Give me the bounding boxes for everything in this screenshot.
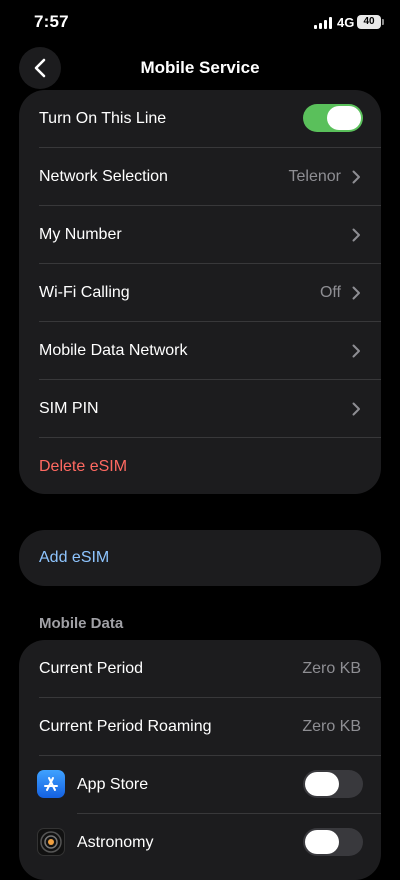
astronomy-icon [37,828,65,856]
delete-esim-button[interactable]: Delete eSIM [19,438,381,494]
app-store-icon [37,770,65,798]
turn-on-line-toggle[interactable] [303,104,363,132]
status-time: 7:57 [34,12,69,31]
current-period-roaming-row: Current Period Roaming Zero KB [19,698,381,756]
chevron-right-icon [352,344,360,358]
page-title: Mobile Service [140,58,260,77]
mobile-data-network-label: Mobile Data Network [39,342,188,359]
delete-esim-label: Delete eSIM [39,458,128,475]
astronomy-toggle[interactable] [303,828,363,856]
network-selection-value: Telenor [288,168,341,185]
sim-pin-label: SIM PIN [39,400,99,417]
mobile-data-header: Mobile Data [39,615,124,632]
mobile-data-network-row[interactable]: Mobile Data Network [19,322,381,380]
app-row-astronomy: Astronomy [19,814,381,872]
app-store-toggle[interactable] [303,770,363,798]
mobile-data-group: Current Period Zero KB Current Period Ro… [19,640,381,880]
turn-on-line-row: Turn On This Line [19,90,381,148]
sim-pin-row[interactable]: SIM PIN [19,380,381,438]
add-esim-group: Add eSIM [19,530,381,586]
chevron-right-icon [352,402,360,416]
current-period-label: Current Period [39,660,144,677]
current-period-value: Zero KB [302,660,361,677]
turn-on-line-label: Turn On This Line [39,110,167,127]
add-esim-button[interactable]: Add eSIM [19,530,381,586]
chevron-right-icon [352,228,360,242]
astronomy-label: Astronomy [77,834,154,851]
current-period-roaming-label: Current Period Roaming [39,718,212,735]
current-period-roaming-value: Zero KB [302,718,361,735]
my-number-label: My Number [39,226,122,243]
network-type: 4G [337,15,355,30]
status-bar: 7:57 4G 40 [0,0,400,44]
battery-icon: 40 [357,15,384,29]
network-selection-row[interactable]: Network Selection Telenor [19,148,381,206]
signal-icon [314,17,334,29]
wifi-calling-row[interactable]: Wi-Fi Calling Off [19,264,381,322]
app-store-label: App Store [77,776,149,793]
line-settings-group: Turn On This Line Network Selection Tele… [19,90,381,494]
current-period-row: Current Period Zero KB [19,640,381,698]
add-esim-label: Add eSIM [39,549,110,566]
my-number-row[interactable]: My Number [19,206,381,264]
chevron-right-icon [352,286,360,300]
wifi-calling-value: Off [319,284,341,301]
wifi-calling-label: Wi-Fi Calling [39,284,130,301]
app-row-app-store: App Store [19,756,381,814]
chevron-right-icon [352,170,360,184]
network-selection-label: Network Selection [39,168,168,185]
